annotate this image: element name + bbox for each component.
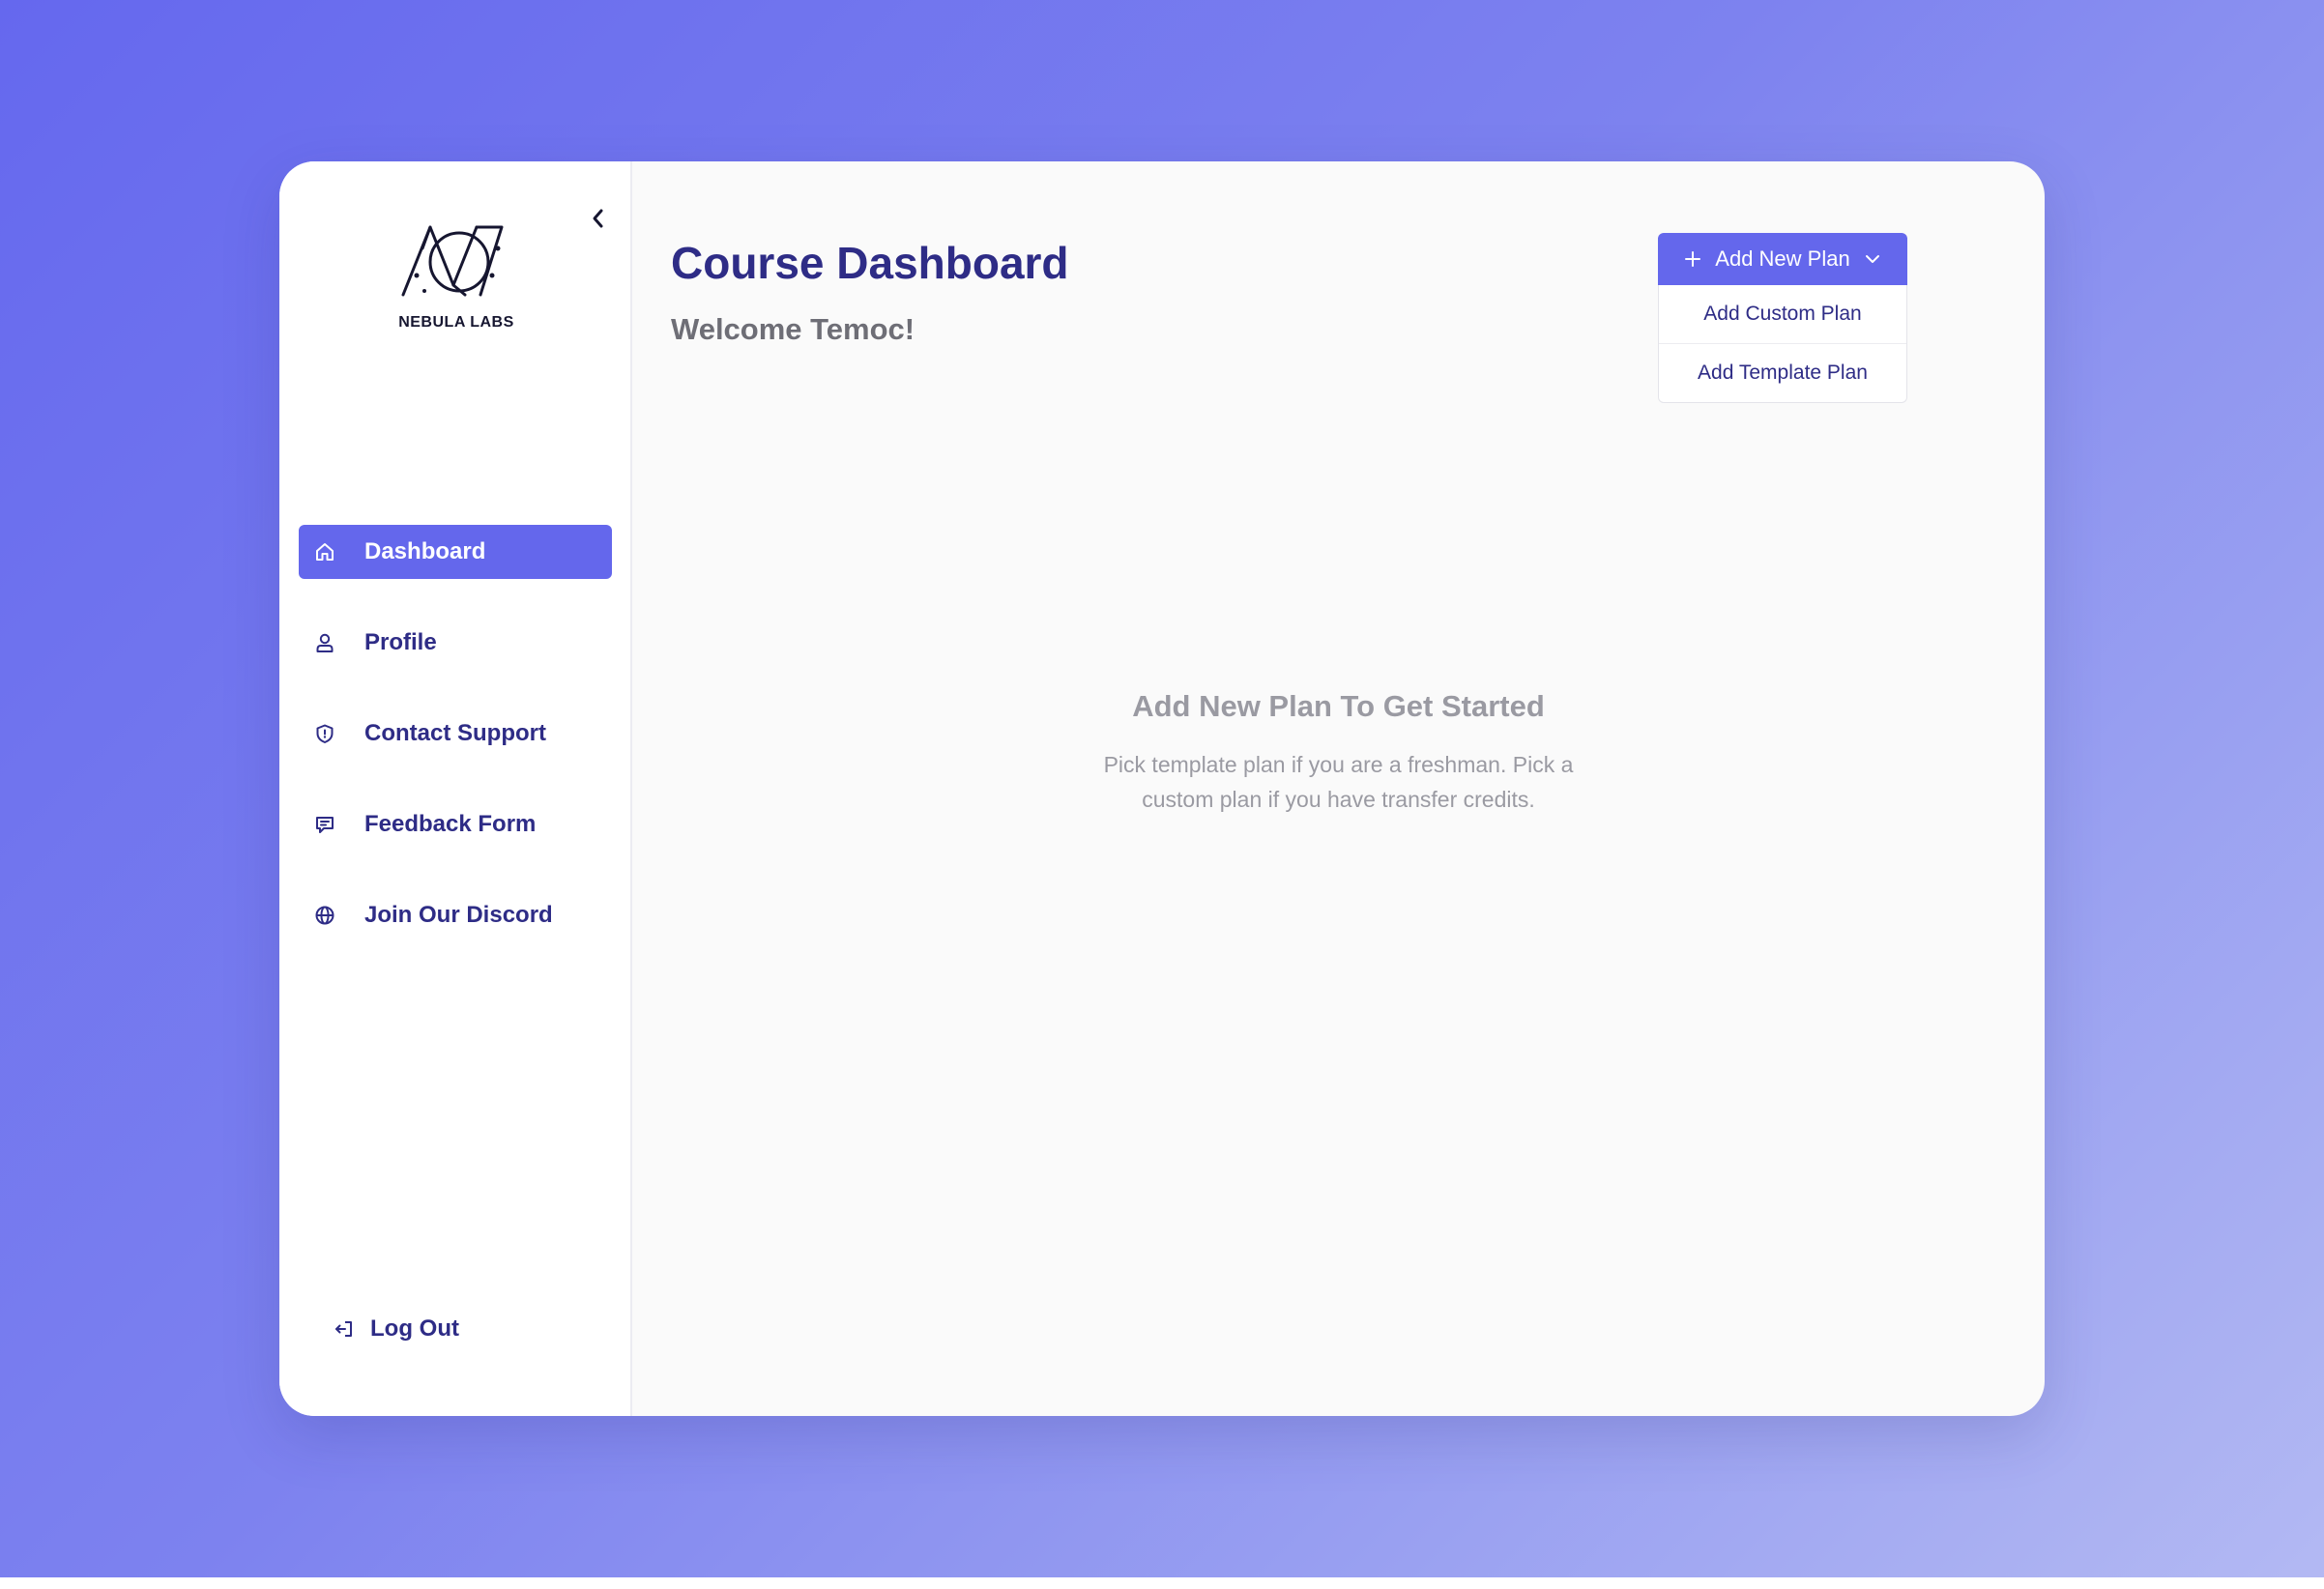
empty-state-description: Pick template plan if you are a freshman… (1103, 752, 1574, 812)
plus-icon (1684, 250, 1701, 268)
logout-label: Log Out (370, 1315, 459, 1342)
globe-icon (314, 905, 335, 926)
sidebar-item-feedback-form[interactable]: Feedback Form (299, 797, 612, 852)
home-icon (314, 541, 335, 563)
sidebar: NEBULA LABS Dashboard Profile Contact Su… (279, 161, 632, 1416)
logout-button[interactable]: Log Out (334, 1315, 459, 1343)
page-title: Course Dashboard (671, 238, 1069, 288)
bottom-strip (0, 1577, 2324, 1589)
sidebar-item-contact-support[interactable]: Contact Support (299, 707, 612, 761)
collapse-sidebar-button[interactable] (584, 204, 613, 233)
add-plan-dropdown: Add Custom Plan Add Template Plan (1658, 285, 1907, 403)
logout-icon (334, 1318, 355, 1340)
sidebar-item-label: Join Our Discord (364, 902, 553, 928)
nebula-labs-logo: NEBULA LABS (386, 219, 531, 335)
add-new-plan-button[interactable]: Add New Plan (1658, 233, 1907, 285)
empty-state: Add New Plan To Get Started Pick templat… (632, 689, 2045, 817)
sidebar-item-label: Contact Support (364, 720, 546, 746)
sidebar-item-label: Dashboard (364, 538, 486, 564)
sidebar-item-dashboard[interactable]: Dashboard (299, 525, 612, 579)
sidebar-item-label: Profile (364, 629, 437, 655)
chevron-left-icon (593, 209, 603, 228)
sidebar-nav: Dashboard Profile Contact Support Feedba… (299, 525, 612, 979)
main-content: Course Dashboard Welcome Temoc! Add New … (632, 161, 2045, 1416)
chevron-down-icon (1864, 250, 1881, 268)
add-new-plan-label: Add New Plan (1715, 246, 1850, 271)
logo-text: NEBULA LABS (398, 314, 514, 331)
sidebar-item-label: Feedback Form (364, 811, 537, 837)
nebula-logo-icon (401, 225, 504, 297)
add-template-plan-option[interactable]: Add Template Plan (1659, 343, 1906, 402)
welcome-message: Welcome Temoc! (671, 312, 915, 346)
add-custom-plan-option[interactable]: Add Custom Plan (1659, 285, 1906, 343)
message-icon (314, 814, 335, 835)
app-window: NEBULA LABS Dashboard Profile Contact Su… (279, 161, 2045, 1416)
user-icon (314, 632, 335, 653)
sidebar-item-profile[interactable]: Profile (299, 616, 612, 670)
sidebar-item-join-discord[interactable]: Join Our Discord (299, 888, 612, 942)
empty-state-title: Add New Plan To Get Started (1132, 689, 1545, 723)
shield-icon (314, 723, 335, 744)
